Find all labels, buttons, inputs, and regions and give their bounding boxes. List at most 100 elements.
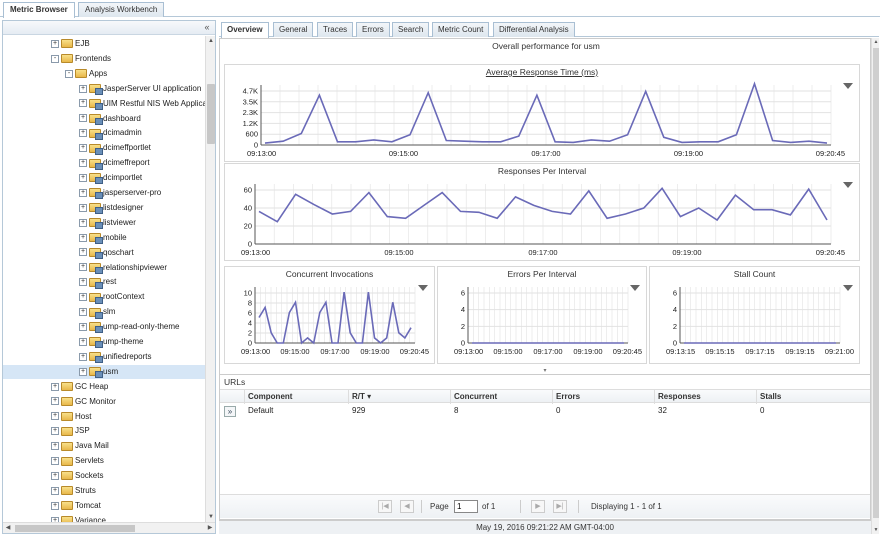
scroll-left-icon[interactable]: ◀ bbox=[3, 523, 13, 533]
expand-node-icon[interactable]: + bbox=[79, 322, 87, 331]
tree-item[interactable]: + dashboard bbox=[79, 112, 141, 126]
expand-node-icon[interactable]: + bbox=[79, 203, 87, 212]
tree-horizontal-scrollbar[interactable]: ◀ ▶ bbox=[3, 522, 215, 533]
expand-node-icon[interactable]: + bbox=[79, 278, 87, 287]
column-header-responses[interactable]: Responses bbox=[654, 390, 756, 404]
drill-down-button[interactable]: » bbox=[224, 406, 236, 417]
collapse-node-icon[interactable]: - bbox=[65, 69, 73, 78]
tree-item[interactable]: + Struts bbox=[51, 484, 96, 498]
tree-vertical-scrollbar[interactable]: ▲ ▼ bbox=[205, 36, 215, 522]
table-row[interactable]: » Default 929 8 0 32 0 bbox=[220, 404, 870, 420]
scroll-down-icon[interactable]: ▼ bbox=[872, 526, 880, 534]
expand-node-icon[interactable]: + bbox=[79, 248, 87, 257]
scroll-thumb[interactable] bbox=[207, 84, 215, 144]
collapse-node-icon[interactable]: - bbox=[51, 54, 59, 63]
column-header-concurrent[interactable]: Concurrent bbox=[450, 390, 552, 404]
expand-node-icon[interactable]: + bbox=[51, 442, 59, 451]
expand-node-icon[interactable]: + bbox=[79, 367, 87, 376]
tree-item[interactable]: + mobile bbox=[79, 231, 127, 245]
expand-node-icon[interactable]: + bbox=[79, 218, 87, 227]
tree-item[interactable]: + listviewer bbox=[79, 216, 136, 230]
page-number-input[interactable] bbox=[454, 500, 478, 513]
tab-general[interactable]: General bbox=[273, 22, 314, 37]
expand-node-icon[interactable]: + bbox=[79, 352, 87, 361]
tree-item[interactable]: + Servlets bbox=[51, 454, 104, 468]
collapse-panel-icon[interactable]: « bbox=[202, 22, 212, 32]
tree-item[interactable]: + usm bbox=[3, 364, 205, 379]
tab-metric-count[interactable]: Metric Count bbox=[432, 22, 490, 37]
tree-item[interactable]: + rest bbox=[79, 275, 116, 289]
tree-item[interactable]: + relationshipviewer bbox=[79, 261, 167, 275]
tree-item[interactable]: + qoschart bbox=[79, 246, 134, 260]
tree-item[interactable]: + UIM Restful NIS Web Applicati bbox=[79, 97, 205, 111]
expand-node-icon[interactable]: + bbox=[79, 129, 87, 138]
next-page-icon[interactable]: ▶ bbox=[531, 500, 545, 513]
expand-node-icon[interactable]: + bbox=[79, 337, 87, 346]
tree-item[interactable]: + Variance bbox=[51, 514, 106, 522]
column-header-stalls[interactable]: Stalls bbox=[756, 390, 870, 404]
tab-overview[interactable]: Overview bbox=[221, 22, 269, 38]
scroll-up-icon[interactable]: ▲ bbox=[872, 38, 880, 46]
expand-node-icon[interactable]: + bbox=[51, 382, 59, 391]
expand-node-icon[interactable]: + bbox=[51, 457, 59, 466]
scroll-thumb[interactable] bbox=[15, 525, 135, 532]
tab-traces[interactable]: Traces bbox=[317, 22, 354, 37]
column-header-component[interactable]: Component bbox=[244, 390, 350, 404]
expand-node-icon[interactable]: + bbox=[79, 293, 87, 302]
expand-node-icon[interactable]: + bbox=[51, 471, 59, 480]
content-vertical-scrollbar[interactable]: ▲ ▼ bbox=[871, 38, 879, 534]
tree-item[interactable]: + ump-theme bbox=[79, 335, 143, 349]
tree-item[interactable]: + Sockets bbox=[51, 469, 103, 483]
expand-node-icon[interactable]: + bbox=[51, 39, 59, 48]
expand-node-icon[interactable]: + bbox=[79, 144, 87, 153]
tree-item[interactable]: + ump-read-only-theme bbox=[79, 320, 179, 334]
tab-analysis-workbench[interactable]: Analysis Workbench bbox=[78, 2, 165, 17]
expand-node-icon[interactable]: + bbox=[79, 173, 87, 182]
expand-node-icon[interactable]: + bbox=[51, 486, 59, 495]
tree-item[interactable]: + JSP bbox=[51, 424, 90, 438]
column-header-rt[interactable]: R/T ▾ bbox=[348, 390, 450, 404]
tree-item[interactable]: + rootContext bbox=[79, 290, 144, 304]
expand-node-icon[interactable]: + bbox=[51, 412, 59, 421]
tree-item[interactable]: + Tomcat bbox=[51, 499, 101, 513]
tree-item[interactable]: - Frontends bbox=[51, 52, 111, 66]
tab-search[interactable]: Search bbox=[392, 22, 430, 37]
scroll-right-icon[interactable]: ▶ bbox=[205, 523, 215, 533]
prev-page-icon[interactable]: ◀ bbox=[400, 500, 414, 513]
tree-item[interactable]: + EJB bbox=[51, 37, 90, 51]
tree-item[interactable]: + GC Heap bbox=[51, 380, 108, 394]
last-page-icon[interactable]: ▶| bbox=[553, 500, 567, 513]
expand-node-icon[interactable]: + bbox=[79, 263, 87, 272]
tab-metric-browser[interactable]: Metric Browser bbox=[3, 2, 75, 18]
tree-item[interactable]: + unifiedreports bbox=[79, 350, 151, 364]
tree-item[interactable]: + dcimadmin bbox=[79, 126, 142, 140]
expand-node-icon[interactable]: + bbox=[79, 114, 87, 123]
expand-node-icon[interactable]: + bbox=[51, 397, 59, 406]
expand-node-icon[interactable]: + bbox=[79, 84, 87, 93]
scroll-thumb[interactable] bbox=[873, 48, 879, 518]
tab-errors[interactable]: Errors bbox=[356, 22, 390, 37]
tree-item[interactable]: + dcimeffreport bbox=[79, 156, 150, 170]
expand-node-icon[interactable]: + bbox=[79, 188, 87, 197]
tree-item[interactable]: + slm bbox=[79, 305, 115, 319]
first-page-icon[interactable]: |◀ bbox=[378, 500, 392, 513]
expand-node-icon[interactable]: + bbox=[51, 427, 59, 436]
tree-item[interactable]: + jasperserver-pro bbox=[79, 186, 161, 200]
tab-differential-analysis[interactable]: Differential Analysis bbox=[493, 22, 575, 37]
expand-node-icon[interactable]: + bbox=[79, 233, 87, 242]
tree-item[interactable]: + Java Mail bbox=[51, 439, 109, 453]
expand-node-icon[interactable]: + bbox=[51, 501, 59, 510]
tree-item[interactable]: + GC Monitor bbox=[51, 395, 116, 409]
tree-item[interactable]: + dcimeffportlet bbox=[79, 141, 151, 155]
tree-item[interactable]: + dcimportlet bbox=[79, 171, 142, 185]
column-header-errors[interactable]: Errors bbox=[552, 390, 654, 404]
expand-node-icon[interactable]: + bbox=[79, 99, 87, 108]
scroll-down-icon[interactable]: ▼ bbox=[206, 512, 215, 522]
tree-item[interactable]: - Apps bbox=[65, 67, 107, 81]
expand-node-icon[interactable]: + bbox=[79, 159, 87, 168]
tree-item[interactable]: + JasperServer UI application bbox=[79, 82, 201, 96]
expand-node-icon[interactable]: + bbox=[79, 308, 87, 317]
tree-item[interactable]: + listdesigner bbox=[79, 201, 143, 215]
tree-item[interactable]: + Host bbox=[51, 410, 91, 424]
scroll-up-icon[interactable]: ▲ bbox=[206, 36, 215, 46]
